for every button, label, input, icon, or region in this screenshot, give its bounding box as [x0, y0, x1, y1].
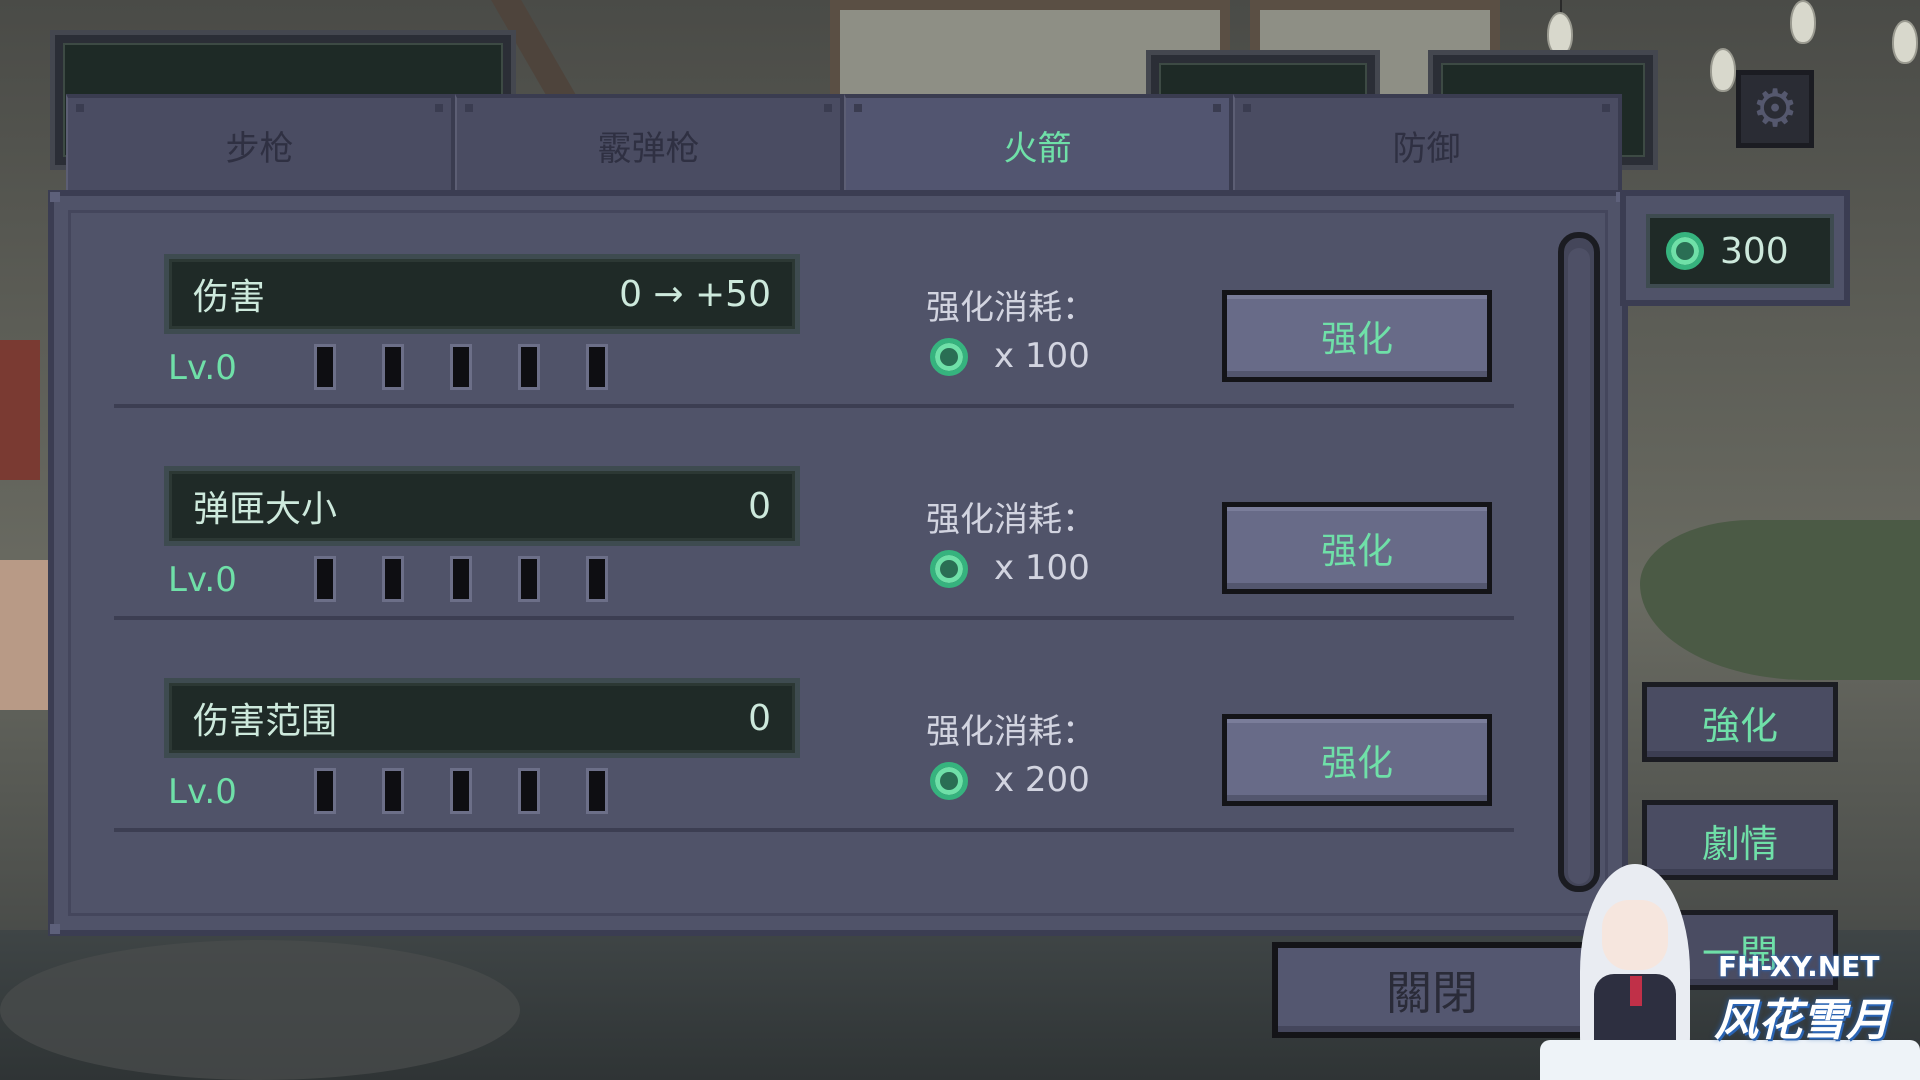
level-pip: [586, 344, 608, 390]
tab-shotgun[interactable]: 霰弹枪: [455, 94, 844, 198]
level-pip: [450, 344, 472, 390]
stat-name: 弹匣大小: [193, 489, 338, 530]
gear-coin-icon: [1666, 232, 1704, 270]
gear-coin-icon: [930, 338, 968, 376]
level-pip: [314, 556, 336, 602]
gear-coin-icon: [930, 762, 968, 800]
watermark-url: FH-XY.NET: [1718, 950, 1880, 983]
stat-bar: 伤害 0 → +50: [164, 254, 800, 334]
level-pip: [382, 344, 404, 390]
background-rug: [0, 940, 520, 1080]
light-bulb: [1892, 20, 1918, 64]
cost-label: 强化消耗：: [926, 500, 1096, 540]
level-pip: [586, 556, 608, 602]
gear-icon: ⚙: [1751, 79, 1799, 139]
level-label: Lv.0: [168, 348, 237, 388]
gear-coin-icon: [930, 550, 968, 588]
currency-display: 300: [1620, 190, 1850, 306]
background-shelf: [0, 340, 40, 480]
level-pip: [518, 344, 540, 390]
tab-label: 步枪: [225, 128, 294, 169]
level-pip: [450, 768, 472, 814]
level-pips: [314, 556, 608, 602]
level-label: Lv.0: [168, 772, 237, 812]
row-divider: [114, 828, 1514, 832]
upgrade-button[interactable]: 强化: [1222, 502, 1492, 594]
tab-rocket[interactable]: 火箭: [844, 94, 1233, 192]
tab-label: 防御: [1392, 128, 1461, 169]
cost-value: x 100: [994, 548, 1090, 588]
light-bulb: [1790, 0, 1816, 44]
stat-name: 伤害范围: [193, 701, 338, 742]
side-upgrade-button[interactable]: 強化: [1642, 682, 1838, 762]
scrollbar[interactable]: [1558, 232, 1600, 892]
stat-value: 0: [748, 485, 771, 527]
stat-value: 0 → +50: [619, 273, 771, 315]
stat-value: 0: [748, 697, 771, 739]
stat-bar: 伤害范围 0: [164, 678, 800, 758]
tab-defense[interactable]: 防御: [1233, 94, 1622, 198]
tab-rifle[interactable]: 步枪: [66, 94, 455, 198]
upgrade-row: 伤害范围 0 Lv.0 强化消耗： x 200 强化: [114, 620, 1514, 832]
level-pip: [314, 344, 336, 390]
upgrade-row: 弹匣大小 0 Lv.0 强化消耗： x 100 强化: [114, 408, 1514, 620]
level-label: Lv.0: [168, 560, 237, 600]
level-pip: [518, 556, 540, 602]
level-pips: [314, 344, 608, 390]
watermark-logo: 风花雪月: [1714, 995, 1890, 1046]
close-button[interactable]: 關閉: [1272, 942, 1592, 1038]
level-pip: [450, 556, 472, 602]
light-bulb: [1710, 48, 1736, 92]
level-pip: [586, 768, 608, 814]
upgrade-button[interactable]: 强化: [1222, 714, 1492, 806]
level-pip: [314, 768, 336, 814]
level-pip: [382, 556, 404, 602]
upgrade-panel: 伤害 0 → +50 Lv.0 强化消耗： x 100 强化 弹匣大小 0 Lv…: [48, 190, 1628, 936]
currency-amount: 300: [1720, 230, 1789, 272]
tab-label: 霰弹枪: [597, 128, 700, 169]
scroll-thumb[interactable]: [1568, 248, 1590, 884]
stat-name: 伤害: [193, 277, 266, 318]
level-pips: [314, 768, 608, 814]
upgrade-button[interactable]: 强化: [1222, 290, 1492, 382]
stat-bar: 弹匣大小 0: [164, 466, 800, 546]
level-pip: [518, 768, 540, 814]
tab-label: 火箭: [1003, 128, 1072, 169]
cost-value: x 200: [994, 760, 1090, 800]
upgrade-row: 伤害 0 → +50 Lv.0 强化消耗： x 100 强化: [114, 196, 1514, 408]
cost-label: 强化消耗：: [926, 712, 1096, 752]
cost-label: 强化消耗：: [926, 288, 1096, 328]
settings-button[interactable]: ⚙: [1736, 70, 1814, 148]
cost-value: x 100: [994, 336, 1090, 376]
level-pip: [382, 768, 404, 814]
weapon-tabs: 步枪 霰弹枪 火箭 防御: [66, 94, 1622, 198]
